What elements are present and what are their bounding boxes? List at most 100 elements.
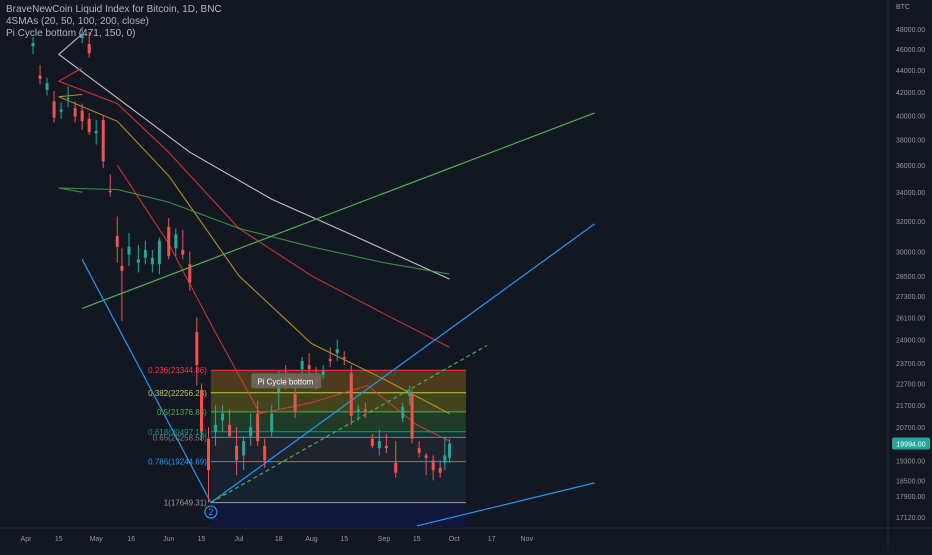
candle-body [256,413,260,442]
candle-body [73,108,77,117]
moving-average-line [57,67,450,348]
time-tick-label: Apr [21,536,33,543]
candle-body [167,226,171,257]
candle-body [443,455,447,463]
chart-area[interactable]: BTC 48000.00 46000.00 44000.00 42000.00 40000… [0,0,932,550]
price-tick-label: 40000.00 [896,113,925,120]
price-tick-label: 28500.00 [896,274,925,281]
last-price-label: 19994.00 [896,442,925,449]
fib-level-label: 1(17649.31) [164,499,207,508]
time-tick-label: 18 [275,536,283,543]
candle-body [363,409,367,412]
candle-body [207,438,211,471]
price-tick-label: 22700.00 [896,381,925,388]
fib-level-label: 0.382(22256.28) [148,389,207,398]
time-tick-label: Oct [449,536,460,543]
time-tick-label: Jun [163,536,174,543]
wave-2-label: 2 [208,507,213,517]
candle-body [188,264,192,283]
candle-body [157,240,161,265]
candle-body [356,409,360,412]
time-axis: Apr 15 May 16 Jun 15 Jul 18 Aug 15 Sep 15 Oct 17 Nov [21,536,534,543]
candle-body [321,371,325,376]
pi-cycle-indicator-label: Pi Cycle bottom (471, 150, 0) [6,28,136,39]
fib-band [210,431,466,438]
candle-body [45,83,49,90]
candle-body [87,44,91,54]
time-tick-label: Sep [378,536,391,543]
candle-body [438,467,442,473]
price-tick-label: 36000.00 [896,163,925,170]
price-tick-label: 18500.00 [896,478,925,485]
price-tick-label: 17900.00 [896,494,925,501]
candle-body [249,427,253,437]
candle-body [127,246,131,255]
candle-body [401,406,405,419]
time-tick-label: Jul [234,536,243,543]
fib-level-label: 0.786(19244.69) [148,458,207,467]
candle-body [115,235,119,247]
trendline [81,259,212,503]
candle-body [200,389,203,432]
candle-body [38,75,42,79]
time-tick-label: May [90,536,104,543]
chart-legend: BraveNewCoin Liquid Index for Bitcoin, 1… [6,4,222,40]
time-tick-label: Nov [521,536,534,543]
candle-body [181,249,185,255]
price-tick-label: 19300.00 [896,458,925,465]
time-tick-label: Aug [305,536,318,543]
candle-body [263,445,267,461]
candle-body [384,445,388,449]
price-tick-label: 34000.00 [896,190,925,197]
candle-body [448,443,452,458]
price-tick-label: 27300.00 [896,294,925,301]
candle-body [66,97,70,100]
price-tick-label: 32000.00 [896,219,925,226]
candle-body [221,413,225,421]
fib-band [210,461,466,503]
chart-title: BraveNewCoin Liquid Index for Bitcoin, 1… [6,4,222,15]
price-tick-label: 38000.00 [896,138,925,145]
price-tick-label: 21700.00 [896,403,925,410]
chart-svg: BTC 48000.00 46000.00 44000.00 42000.00 40000… [0,0,932,550]
time-tick-label: 15 [413,536,421,543]
candle-body [80,110,84,122]
candle-body [242,441,246,456]
candle-body [136,259,140,263]
candle-body [120,265,124,271]
candle-body [335,349,339,354]
price-tick-label: 44000.00 [896,68,925,75]
candle-body [394,462,398,473]
price-tick-label: 26100.00 [896,315,925,322]
candle-body [214,424,218,432]
candle-body [342,357,346,360]
price-tick-label: 20700.00 [896,425,925,432]
time-tick-label: 15 [340,536,348,543]
fib-band [210,370,466,393]
fib-band [210,411,466,432]
candle-body [307,365,311,370]
price-tick-label: 23700.00 [896,361,925,368]
candle-body [195,332,199,366]
candle-body [328,359,332,362]
price-tick-label: 48000.00 [896,27,925,34]
candle-body [150,257,154,265]
candle-body [59,109,63,112]
candle-body [370,438,374,446]
price-tick-label: 46000.00 [896,47,925,54]
price-tick-label: 30000.00 [896,249,925,256]
fib-retracement: 0.236(23344.86)0.382(22256.28)0.5(21376.… [148,366,466,528]
candle-body [410,394,414,439]
candle-body [270,413,274,432]
candle-body [101,120,105,162]
candle-body [377,441,381,449]
candle-body [108,190,112,193]
fib-band [210,502,466,528]
candle-body [293,394,297,412]
time-tick-label: 17 [488,536,496,543]
candle-body [417,448,421,453]
price-axis-unit: BTC [896,4,910,11]
pi-cycle-bottom-label: Pi Cycle bottom [257,377,313,386]
candle-body [87,118,91,133]
fib-level-label: 0.65(20258.58) [153,433,208,442]
